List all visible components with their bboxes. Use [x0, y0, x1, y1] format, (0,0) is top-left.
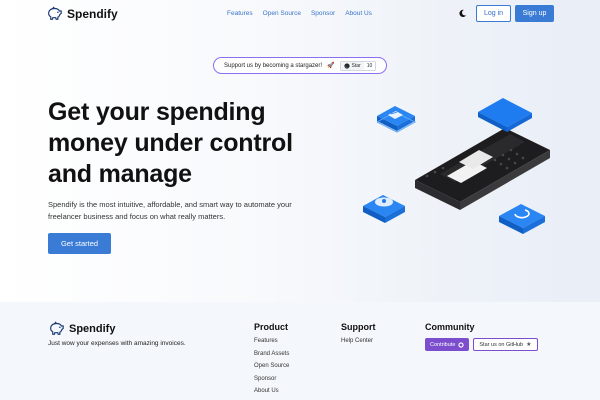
- piggy-bank-icon: [48, 6, 62, 20]
- nav-link-open-source[interactable]: Open Source: [263, 10, 301, 17]
- piggy-bank-icon: [50, 321, 64, 335]
- hero-title-line: and manage: [48, 160, 192, 188]
- nav-link-about-us[interactable]: About Us: [345, 10, 372, 17]
- hero-subtitle-line: freelancer business and focus on what re…: [48, 212, 226, 221]
- footer-brand-name: Spendify: [69, 322, 116, 335]
- footer-brand[interactable]: Spendify: [48, 321, 115, 336]
- hero-subtitle-line: Spendify is the most intuitive, affordab…: [48, 200, 292, 209]
- community-buttons: Contribute Star us on GitHub ★: [425, 338, 538, 351]
- top-nav: Spendify Features Open Source Sponsor Ab…: [0, 0, 600, 28]
- hero-title-line: Get your spending: [48, 98, 266, 126]
- hero-title-line: money under control: [48, 129, 293, 157]
- nav-link-sponsor[interactable]: Sponsor: [311, 10, 335, 17]
- get-started-button[interactable]: Get started: [48, 233, 111, 254]
- page: Spendify Features Open Source Sponsor Ab…: [0, 0, 600, 400]
- stargazer-banner[interactable]: Support us by becoming a stargazer! 🚀 St…: [213, 57, 387, 74]
- footer-tagline: Just wow your expenses with amazing invo…: [48, 340, 186, 347]
- loader-tile-illustration: [499, 204, 545, 234]
- github-star-count: 10: [363, 61, 376, 70]
- nav-link-features[interactable]: Features: [227, 10, 253, 17]
- hero-title: Get your spending money under control an…: [48, 97, 368, 190]
- nav-links: Features Open Source Sponsor About Us: [227, 10, 372, 17]
- brand-logo[interactable]: Spendify: [46, 6, 118, 21]
- contribute-button[interactable]: Contribute: [425, 338, 470, 351]
- rocket-icon: 🚀: [327, 63, 335, 69]
- star-icon: ★: [526, 342, 532, 348]
- footer-community-column: Community Contribute Star us on GitHub ★: [425, 322, 538, 351]
- github-icon: [343, 62, 350, 69]
- footer-link-features[interactable]: Features: [254, 338, 289, 344]
- github-star-label: Star: [351, 62, 361, 69]
- moon-icon[interactable]: [458, 9, 467, 18]
- signup-button[interactable]: Sign up: [515, 5, 554, 22]
- footer-community-title: Community: [425, 322, 475, 332]
- github-icon: [458, 341, 465, 348]
- login-button[interactable]: Log in: [476, 5, 511, 22]
- footer-support-column: Support Help Center: [341, 322, 376, 351]
- star-on-github-button[interactable]: Star us on GitHub ★: [473, 338, 538, 351]
- receipt-tile-illustration: [376, 106, 417, 133]
- footer-link-sponsor[interactable]: Sponsor: [254, 376, 289, 382]
- blue-card-illustration: [478, 98, 532, 132]
- footer-link-help-center[interactable]: Help Center: [341, 338, 376, 344]
- hero-illustration: [363, 98, 550, 234]
- footer: Spendify Just wow your expenses with ama…: [0, 302, 600, 400]
- footer-link-open-source[interactable]: Open Source: [254, 363, 289, 369]
- footer-support-title: Support: [341, 322, 376, 332]
- footer-link-about-us[interactable]: About Us: [254, 388, 289, 394]
- hero-subtitle: Spendify is the most intuitive, affordab…: [48, 199, 338, 223]
- footer-product-title: Product: [254, 322, 289, 332]
- github-star-button: Star: [340, 61, 364, 70]
- contribute-label: Contribute: [430, 341, 456, 348]
- cloud-tile-illustration: [363, 195, 405, 223]
- brand-name: Spendify: [67, 6, 118, 21]
- footer-link-brand-assets[interactable]: Brand Assets: [254, 351, 289, 357]
- stargazer-text: Support us by becoming a stargazer!: [224, 62, 323, 69]
- github-star-widget[interactable]: Star 10: [339, 60, 377, 71]
- phone-illustration: [415, 128, 550, 210]
- footer-product-column: Product Features Brand Assets Open Sourc…: [254, 322, 289, 400]
- star-on-github-label: Star us on GitHub: [479, 341, 524, 348]
